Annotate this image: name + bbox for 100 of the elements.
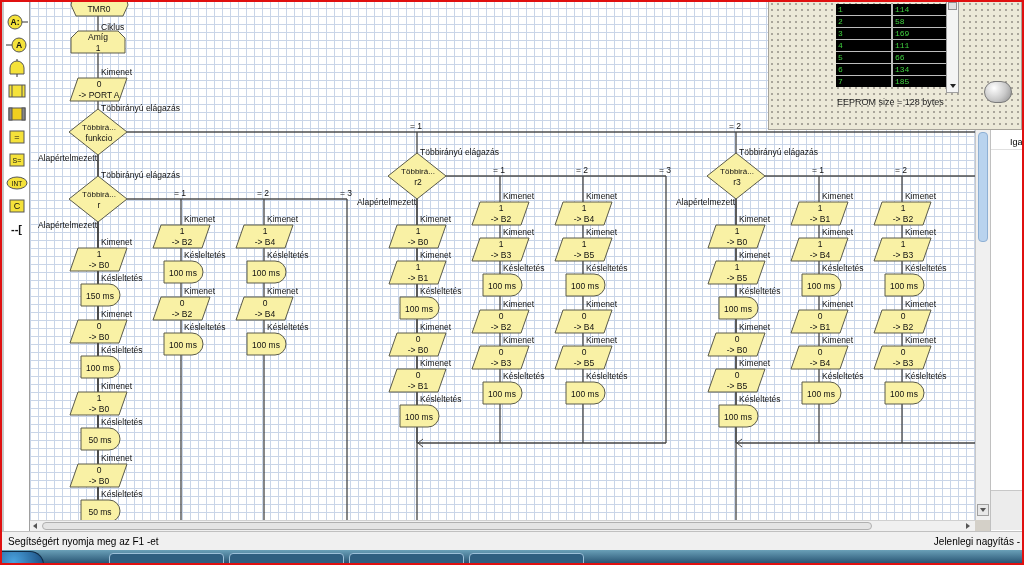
delay-block[interactable]: 100 ms bbox=[565, 381, 606, 405]
delay-block[interactable]: 150 ms bbox=[80, 283, 121, 307]
delay-block[interactable]: 100 ms bbox=[801, 273, 842, 297]
scroll-right-icon[interactable] bbox=[966, 523, 971, 529]
block-caption: Kimenet bbox=[267, 214, 299, 224]
block-caption: Késleltetés bbox=[586, 263, 628, 273]
output-block[interactable]: 1 -> B5 bbox=[554, 237, 613, 262]
delay-block[interactable]: 50 ms bbox=[80, 499, 121, 520]
comment-tool-button[interactable]: --[ bbox=[4, 219, 29, 239]
zoom-status-text: Jelenlegi nagyítás - bbox=[933, 534, 1020, 549]
calculation-tool-button[interactable]: = bbox=[4, 127, 29, 147]
block-caption: Kimenet bbox=[420, 322, 452, 332]
output-block[interactable]: 0 -> B4 bbox=[790, 345, 849, 370]
round-button[interactable] bbox=[984, 81, 1012, 103]
case-label: = 1 bbox=[410, 121, 423, 131]
output-block[interactable]: 1 -> B4 bbox=[235, 224, 294, 249]
scroll-left-icon[interactable] bbox=[33, 523, 38, 529]
output-block[interactable]: 0 -> B3 bbox=[873, 345, 932, 370]
case-label: = 1 bbox=[174, 188, 187, 198]
delay-block[interactable]: 100 ms bbox=[246, 260, 287, 284]
output-block[interactable]: 0 -> B3 bbox=[471, 345, 530, 370]
output-block[interactable]: 1 -> B1 bbox=[790, 201, 849, 226]
input-tool-button[interactable]: A: bbox=[4, 12, 29, 32]
table-cell: 114 bbox=[893, 4, 946, 15]
table-scrollbar[interactable] bbox=[946, 1, 959, 93]
output-block[interactable]: 1 -> B5 bbox=[707, 260, 766, 285]
table-cell: 111 bbox=[893, 40, 946, 51]
delay-block[interactable]: 50 ms bbox=[80, 427, 121, 451]
output-block[interactable]: 1 -> B0 bbox=[388, 224, 447, 249]
output-block[interactable]: 1 -> B4 bbox=[790, 237, 849, 262]
delay-block[interactable]: 100 ms bbox=[163, 332, 204, 356]
loop-block[interactable]: Amíg 1 bbox=[70, 30, 126, 54]
vertical-scrollbar[interactable] bbox=[975, 130, 990, 520]
output-block[interactable]: 1 -> B0 bbox=[69, 391, 128, 416]
delay-block[interactable]: 100 ms bbox=[718, 296, 759, 320]
output-block[interactable]: 0 -> B1 bbox=[790, 309, 849, 334]
scroll-down-button[interactable] bbox=[977, 504, 989, 516]
output-block[interactable]: 0 -> B2 bbox=[152, 296, 211, 321]
output-block[interactable]: 1 -> B4 bbox=[554, 201, 613, 226]
output-block[interactable]: 0 -> B0 bbox=[707, 332, 766, 357]
delay-block[interactable]: 100 ms bbox=[399, 296, 440, 320]
delay-block[interactable]: 100 ms bbox=[884, 381, 925, 405]
block-caption: Kimenet bbox=[101, 237, 133, 247]
block-caption: Kimenet bbox=[822, 227, 854, 237]
delay-block[interactable]: 100 ms bbox=[163, 260, 204, 284]
block-caption: Kimenet bbox=[822, 335, 854, 345]
output-block[interactable]: 0 -> B2 bbox=[873, 309, 932, 334]
output-block[interactable]: 0 -> PORT A bbox=[69, 77, 128, 102]
output-block[interactable]: 0 -> B4 bbox=[554, 309, 613, 334]
block-caption: Kimenet bbox=[503, 227, 535, 237]
output-block[interactable]: 0 -> B1 bbox=[388, 368, 447, 393]
block-caption: Kimenet bbox=[420, 358, 452, 368]
output-block[interactable]: 0 -> B4 bbox=[235, 296, 294, 321]
delay-block[interactable]: 100 ms bbox=[884, 273, 925, 297]
status-text: Segítségért nyomja meg az F1 -et bbox=[8, 534, 159, 549]
output-block[interactable]: 0 -> B2 bbox=[471, 309, 530, 334]
output-block[interactable]: 1 -> B2 bbox=[873, 201, 932, 226]
output-block[interactable]: 1 -> B1 bbox=[388, 260, 447, 285]
output-block[interactable]: 1 -> B3 bbox=[471, 237, 530, 262]
output-block[interactable]: 1 -> B0 bbox=[707, 224, 766, 249]
delay-block[interactable]: 100 ms bbox=[399, 404, 440, 428]
delay-block[interactable]: 100 ms bbox=[482, 273, 523, 297]
case-label: = 1 bbox=[493, 165, 506, 175]
block-caption: Késleltetés bbox=[420, 394, 462, 404]
delay-block[interactable]: 100 ms bbox=[718, 404, 759, 428]
table-cell: 4 bbox=[836, 40, 891, 51]
case-label: = 1 bbox=[812, 165, 825, 175]
block-caption: Kimenet bbox=[503, 191, 535, 201]
delay-block[interactable]: 100 ms bbox=[801, 381, 842, 405]
scrollbar-thumb[interactable] bbox=[42, 522, 872, 530]
case-label: = 3 bbox=[659, 165, 672, 175]
delay-block[interactable]: 100 ms bbox=[482, 381, 523, 405]
default-label: Alapértelmezett bbox=[37, 153, 97, 163]
block-caption: Kimenet bbox=[586, 299, 618, 309]
scroll-down-icon[interactable] bbox=[950, 84, 956, 88]
scrollbar-thumb[interactable] bbox=[978, 132, 988, 242]
block-caption: Kimenet bbox=[905, 335, 937, 345]
block-caption: Késleltetés bbox=[822, 371, 864, 381]
output-block[interactable]: 0 -> B0 bbox=[388, 332, 447, 357]
table-cell: 58 bbox=[893, 16, 946, 27]
output-block[interactable]: 1 -> B2 bbox=[471, 201, 530, 226]
output-block[interactable]: 0 -> B0 bbox=[69, 463, 128, 488]
delay-block[interactable]: 100 ms bbox=[565, 273, 606, 297]
output-block[interactable]: 1 -> B0 bbox=[69, 247, 128, 272]
delay-block[interactable]: 100 ms bbox=[246, 332, 287, 356]
scrollbar-thumb[interactable] bbox=[948, 2, 957, 10]
block-caption: Kimenet bbox=[739, 214, 771, 224]
output-block[interactable]: 0 -> B5 bbox=[707, 368, 766, 393]
block-caption: Kimenet bbox=[184, 286, 216, 296]
scroll-down-icon bbox=[980, 508, 986, 512]
delay-block[interactable]: 100 ms bbox=[80, 355, 121, 379]
output-block[interactable]: 1 -> B2 bbox=[152, 224, 211, 249]
block-caption: Késleltetés bbox=[586, 371, 628, 381]
output-block[interactable]: 0 -> B0 bbox=[69, 319, 128, 344]
output-block[interactable]: 0 -> B5 bbox=[554, 345, 613, 370]
horizontal-scrollbar[interactable] bbox=[30, 520, 975, 531]
output-tool-button[interactable]: A bbox=[4, 35, 29, 55]
code-tool-button[interactable]: C bbox=[4, 196, 29, 216]
output-block[interactable]: 1 -> B3 bbox=[873, 237, 932, 262]
default-label: Alapértelmezett bbox=[675, 197, 735, 207]
